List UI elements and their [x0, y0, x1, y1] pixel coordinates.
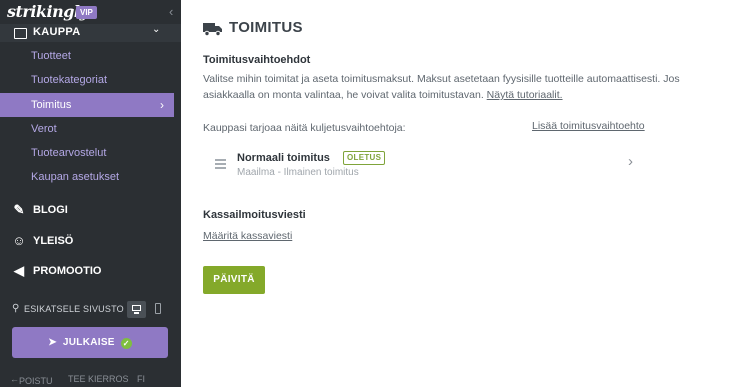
update-button[interactable]: PÄIVITÄ — [203, 266, 265, 294]
mobile-preview-icon[interactable] — [151, 302, 165, 317]
preview-site-row: ⚲ ESIKATSELE SIVUSTO — [0, 300, 181, 320]
sidebar-footer: ← POISTU TEE KIERROS FI — [0, 372, 181, 387]
sidebar: KAUPPA ⌄ strikingly VIP ‹ Tuotteet Tuote… — [0, 0, 181, 387]
language-link[interactable]: FI — [137, 374, 145, 384]
preview-site-label[interactable]: ESIKATSELE SIVUSTO — [24, 304, 124, 314]
sidebar-item-reviews[interactable]: Tuotearvostelut — [0, 141, 174, 165]
sidebar-item-products[interactable]: Tuotteet — [0, 44, 174, 68]
collapse-sidebar-icon[interactable]: ‹ — [169, 4, 173, 19]
checkout-message-link[interactable]: Määritä kassaviesti — [203, 230, 292, 242]
tutorial-link[interactable]: Näytä tutoriaalit. — [487, 89, 563, 101]
shipping-options-heading: Toimitusvaihtoehdot — [203, 54, 311, 66]
description-text: Valitse mihin toimitat ja aseta toimitus… — [203, 73, 680, 101]
chevron-right-icon: › — [160, 98, 164, 112]
sidebar-item-label: Tuotekategoriat — [31, 74, 108, 86]
publish-button[interactable]: ➤ JULKAISE ✓ — [12, 327, 168, 358]
megaphone-icon: ◀ — [14, 263, 24, 278]
logout-label: POISTU — [19, 376, 53, 386]
desktop-preview-icon[interactable] — [127, 301, 146, 318]
truck-icon — [203, 23, 222, 36]
sidebar-item-categories[interactable]: Tuotekategoriat — [0, 68, 174, 92]
offers-label: Kauppasi tarjoaa näitä kuljetusvaihtoeht… — [203, 122, 406, 134]
vip-badge: VIP — [76, 6, 97, 19]
sidebar-item-store-settings[interactable]: Kaupan asetukset — [0, 165, 174, 189]
sidebar-section-label: KAUPPA — [33, 26, 81, 38]
status-check-icon: ✓ — [120, 338, 132, 349]
default-badge: OLETUS — [343, 151, 386, 165]
shipping-option-name: Normaali toimitus — [237, 152, 330, 164]
sidebar-item-label: Kaupan asetukset — [31, 171, 120, 183]
drag-handle-icon[interactable] — [215, 159, 226, 169]
sidebar-item-label: Tuotteet — [31, 50, 71, 62]
people-icon: ☺ — [12, 233, 26, 248]
sidebar-item-label: Tuotearvostelut — [31, 147, 107, 159]
brand-bar: strikingly VIP ‹ — [0, 0, 181, 24]
sidebar-item-promotion[interactable]: ◀ PROMOOTIO — [0, 257, 181, 285]
sidebar-item-audience[interactable]: ☺ YLEISÖ — [0, 227, 181, 255]
sidebar-item-label: Verot — [31, 123, 57, 135]
shipping-option-row[interactable]: Normaali toimitus OLETUS Maailma - Ilmai… — [203, 145, 643, 181]
feather-icon: ✎ — [13, 202, 25, 217]
shipping-option-subtitle: Maailma - Ilmainen toimitus — [237, 167, 359, 178]
chevron-right-icon[interactable]: › — [628, 153, 633, 170]
sidebar-item-blog[interactable]: ✎ BLOGI — [0, 196, 181, 224]
chevron-down-icon: ⌄ — [152, 24, 161, 35]
tour-link[interactable]: TEE KIERROS — [68, 374, 129, 384]
shipping-description: Valitse mihin toimitat ja aseta toimitus… — [203, 71, 713, 103]
add-shipping-option-link[interactable]: Lisää toimitusvaihtoehto — [532, 120, 645, 132]
sidebar-item-taxes[interactable]: Verot — [0, 117, 174, 141]
sidebar-item-label: YLEISÖ — [33, 235, 74, 247]
page-title: TOIMITUS — [229, 19, 303, 36]
sidebar-item-label: Toimitus — [31, 99, 72, 111]
sidebar-item-shipping[interactable]: Toimitus › — [0, 93, 174, 117]
checkout-message-heading: Kassailmoitusviesti — [203, 209, 306, 221]
store-icon — [14, 28, 27, 39]
logout-link[interactable]: ← POISTU — [10, 374, 53, 386]
sidebar-item-label: BLOGI — [33, 204, 68, 216]
publish-label: JULKAISE — [62, 337, 115, 348]
main-panel: TOIMITUS Toimitusvaihtoehdot Valitse mih… — [181, 0, 730, 387]
rocket-icon: ➤ — [48, 337, 57, 348]
sidebar-item-label: PROMOOTIO — [33, 265, 102, 277]
search-icon[interactable]: ⚲ — [12, 303, 19, 314]
